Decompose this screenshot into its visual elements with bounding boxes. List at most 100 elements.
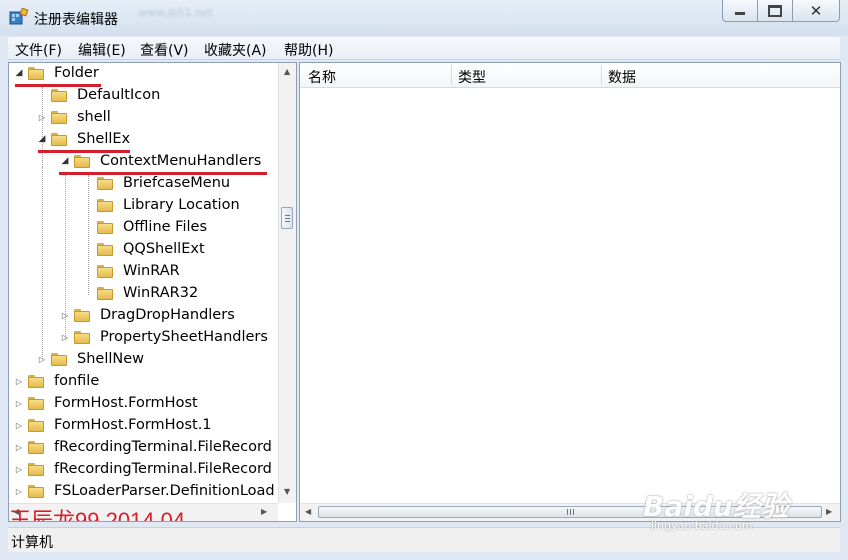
- scroll-right-icon[interactable]: ▶: [826, 507, 832, 516]
- folder-icon: [28, 485, 44, 498]
- tree-node-formhost-1[interactable]: ▷ FormHost.FormHost.1: [9, 415, 279, 437]
- collapse-arrow-icon[interactable]: ◢: [60, 156, 70, 166]
- tree-node-label: Library Location: [123, 197, 240, 213]
- regedit-icon: [9, 8, 29, 25]
- window-title: 注册表编辑器: [34, 12, 118, 28]
- tree-node-contextmenuhandlers[interactable]: ◢ ContextMenuHandlers: [9, 151, 279, 173]
- menu-view[interactable]: 查看(V): [140, 40, 189, 60]
- folder-icon: [97, 287, 113, 300]
- folder-icon: [28, 441, 44, 454]
- expand-arrow-icon[interactable]: ▷: [14, 420, 24, 430]
- tree-node-label: FormHost.FormHost.1: [54, 417, 212, 433]
- tree-node-label: ShellEx: [77, 131, 131, 147]
- status-path: 计算机: [11, 535, 53, 551]
- tree-node-label: DragDropHandlers: [100, 307, 235, 323]
- tree-node-label: PropertySheetHandlers: [100, 329, 268, 345]
- folder-icon: [51, 111, 67, 124]
- expand-arrow-icon[interactable]: ▷: [14, 376, 24, 386]
- tree-node-label: ContextMenuHandlers: [100, 153, 262, 169]
- column-divider[interactable]: [451, 65, 452, 85]
- folder-icon: [28, 375, 44, 388]
- tree-node-label: WinRAR32: [123, 285, 199, 301]
- expand-arrow-icon[interactable]: ▷: [14, 398, 24, 408]
- folder-icon: [74, 309, 90, 322]
- tree-node-label: DefaultIcon: [77, 87, 161, 103]
- list-header: 名称 类型 数据: [300, 63, 840, 88]
- menu-bar: 文件(F) 编辑(E) 查看(V) 收藏夹(A) 帮助(H): [8, 37, 840, 60]
- scroll-thumb[interactable]: [281, 207, 293, 229]
- expand-arrow-icon[interactable]: ▷: [37, 354, 47, 364]
- site-watermark: Baidu经验 jingyan.baidu.com: [643, 485, 803, 545]
- minimize-button[interactable]: [722, 0, 758, 22]
- maximize-icon: [768, 4, 782, 17]
- maximize-button[interactable]: [758, 0, 793, 22]
- folder-icon: [28, 419, 44, 432]
- tree-node-shellex[interactable]: ◢ ShellEx: [9, 129, 279, 151]
- tree-node-frecordingterminal[interactable]: ▷ fRecordingTerminal.FileRecord: [9, 437, 279, 459]
- tree-node-briefcasemenu[interactable]: BriefcaseMenu: [9, 173, 279, 195]
- column-header-data[interactable]: 数据: [608, 67, 636, 87]
- expand-arrow-icon[interactable]: ▷: [14, 486, 24, 496]
- tree-node-frecordingterminal-2[interactable]: ▷ fRecordingTerminal.FileRecord: [9, 459, 279, 481]
- folder-icon: [28, 463, 44, 476]
- tree-node-shell[interactable]: ▷ shell: [9, 107, 279, 129]
- tree-node-offline-files[interactable]: Offline Files: [9, 217, 279, 239]
- tree-node-dragdrophandlers[interactable]: ▷ DragDropHandlers: [9, 305, 279, 327]
- folder-icon: [97, 243, 113, 256]
- expand-arrow-icon[interactable]: ▷: [14, 464, 24, 474]
- menu-file[interactable]: 文件(F): [15, 40, 62, 60]
- tree-node-label: fRecordingTerminal.FileRecord: [54, 439, 272, 455]
- column-header-type[interactable]: 类型: [458, 67, 486, 87]
- registry-tree[interactable]: ◢ Folder DefaultIcon ▷ shell ◢ ShellEx ◢…: [8, 62, 297, 522]
- author-watermark: 王辰龙99 2014.04: [9, 508, 186, 522]
- folder-icon: [51, 353, 67, 366]
- tree-node-propertysheethandlers[interactable]: ▷ PropertySheetHandlers: [9, 327, 279, 349]
- tree-node-library-location[interactable]: Library Location: [9, 195, 279, 217]
- tree-node-fonfile[interactable]: ▷ fonfile: [9, 371, 279, 393]
- close-button[interactable]: ✕: [793, 0, 840, 22]
- menu-favorites[interactable]: 收藏夹(A): [204, 40, 267, 60]
- scroll-down-icon[interactable]: ▼: [284, 487, 290, 496]
- tree-vertical-scrollbar[interactable]: ▲ ▼: [278, 63, 296, 503]
- expand-arrow-icon[interactable]: ▷: [60, 310, 70, 320]
- tree-node-winrar32[interactable]: WinRAR32: [9, 283, 279, 305]
- collapse-arrow-icon[interactable]: ◢: [14, 68, 24, 78]
- folder-icon: [28, 67, 44, 80]
- scroll-left-icon[interactable]: ◀: [305, 507, 311, 516]
- scroll-up-icon[interactable]: ▲: [284, 67, 290, 76]
- tree-node-label: BriefcaseMenu: [123, 175, 231, 191]
- menu-edit[interactable]: 编辑(E): [78, 40, 126, 60]
- tree-node-defaulticon[interactable]: DefaultIcon: [9, 85, 279, 107]
- column-header-name[interactable]: 名称: [308, 67, 336, 87]
- folder-icon: [51, 89, 67, 102]
- tree-node-winrar[interactable]: WinRAR: [9, 261, 279, 283]
- title-bar: 注册表编辑器 www.jb51.net ✕: [0, 0, 848, 36]
- tree-node-shellnew[interactable]: ▷ ShellNew: [9, 349, 279, 371]
- site-watermark-url: jingyan.baidu.com: [651, 519, 753, 532]
- close-icon: ✕: [809, 1, 823, 20]
- scroll-right-icon[interactable]: ▶: [261, 507, 267, 516]
- tree-node-qqshellext[interactable]: QQShellExt: [9, 239, 279, 261]
- tree-node-label: FSLoaderParser.DefinitionLoad: [54, 483, 275, 499]
- tree-node-label: ShellNew: [77, 351, 144, 367]
- expand-arrow-icon[interactable]: ▷: [14, 442, 24, 452]
- collapse-arrow-icon[interactable]: ◢: [37, 134, 47, 144]
- tree-node-folder[interactable]: ◢ Folder: [9, 63, 279, 85]
- folder-icon: [97, 177, 113, 190]
- tree-node-fsloaderparser[interactable]: ▷ FSLoaderParser.DefinitionLoad: [9, 481, 279, 503]
- expand-arrow-icon[interactable]: ▷: [37, 112, 47, 122]
- tree-node-label: Folder: [54, 65, 99, 81]
- menu-help[interactable]: 帮助(H): [284, 40, 333, 60]
- values-list[interactable]: 名称 类型 数据 ◀ ▶: [299, 62, 841, 522]
- tree-node-label: QQShellExt: [123, 241, 205, 257]
- folder-icon: [74, 331, 90, 344]
- folder-icon: [97, 199, 113, 212]
- title-ghost-text: www.jb51.net: [138, 6, 214, 19]
- tree-node-formhost[interactable]: ▷ FormHost.FormHost: [9, 393, 279, 415]
- expand-arrow-icon[interactable]: ▷: [60, 332, 70, 342]
- folder-icon: [51, 133, 67, 146]
- column-divider[interactable]: [601, 65, 602, 85]
- tree-node-label: Offline Files: [123, 219, 207, 235]
- window-controls: ✕: [722, 0, 840, 22]
- folder-icon: [97, 221, 113, 234]
